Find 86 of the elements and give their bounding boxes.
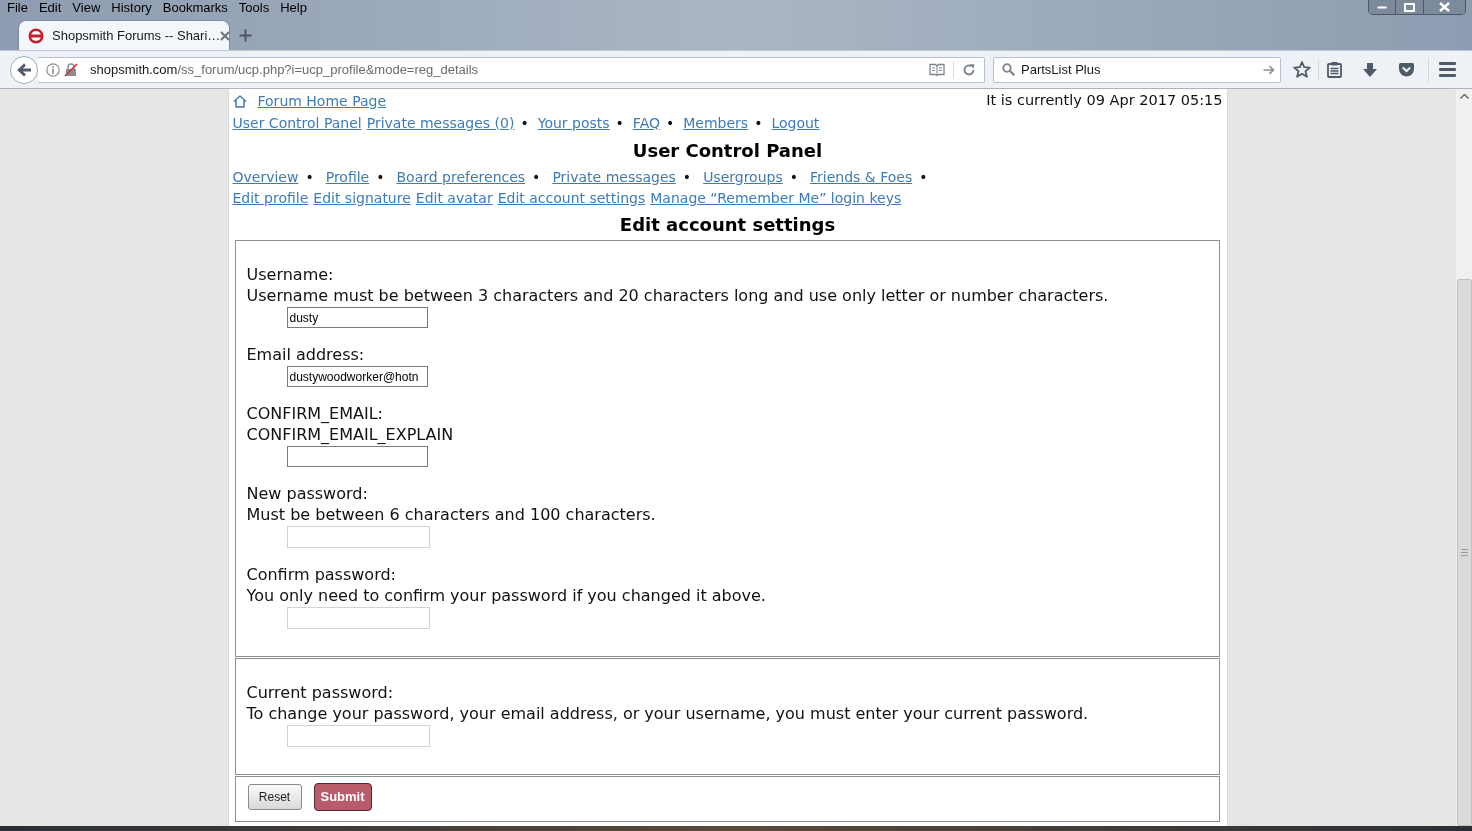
bullet-separator: • — [305, 167, 314, 187]
page-heading: User Control Panel — [631, 138, 824, 163]
search-field[interactable]: PartsList Plus — [993, 56, 1281, 83]
clipboard-icon[interactable] — [1326, 61, 1342, 78]
nav-link[interactable]: Private messages (0) — [366, 112, 515, 134]
pocket-icon[interactable] — [1397, 61, 1415, 78]
field-label: Current password: — [246, 682, 395, 703]
nav-link[interactable]: Logout — [771, 112, 820, 134]
section-heading: Edit account settings — [618, 212, 837, 237]
bullet-separator: • — [520, 113, 529, 133]
home-link[interactable]: Forum Home Page — [257, 90, 387, 112]
nav-link[interactable]: Overview — [232, 166, 299, 188]
bullet-separator: • — [666, 113, 675, 133]
menu-icon[interactable] — [1438, 62, 1456, 77]
bullet-separator: • — [919, 167, 928, 187]
field-hint: To change your password, your email address, or your username, you must enter your current password. — [246, 703, 1090, 724]
text-input[interactable]: dustywoodworker@hotn — [286, 366, 428, 387]
scrollbar-thumb[interactable] — [1456, 279, 1472, 826]
search-icon — [1002, 63, 1015, 76]
minimize-icon — [1377, 5, 1387, 9]
back-arrow-icon — [16, 62, 32, 77]
menu-item[interactable]: Help — [280, 0, 307, 15]
bullet-separator: • — [789, 167, 798, 187]
password-input[interactable] — [286, 607, 430, 629]
back-button[interactable] — [10, 55, 38, 84]
menu-item[interactable]: Edit — [38, 0, 62, 15]
arrow-icon[interactable] — [1263, 64, 1275, 75]
nav-link[interactable]: Private messages — [552, 166, 676, 188]
maximize-button[interactable] — [1396, 0, 1424, 14]
nav-link[interactable]: Edit avatar — [415, 188, 493, 209]
reload-icon[interactable] — [962, 62, 976, 77]
menu-item[interactable]: Tools — [238, 0, 270, 15]
field-hint: Username must be between 3 characters and 20 characters long and use only letter or number characters. — [246, 285, 1110, 306]
field-hint: Must be between 6 characters and 100 characters. — [246, 504, 657, 525]
menu-item[interactable]: Bookmarks — [162, 0, 228, 15]
bullet-separator: • — [615, 113, 624, 133]
close-icon — [1439, 2, 1450, 12]
info-icon[interactable] — [46, 62, 60, 77]
close-icon[interactable] — [220, 30, 231, 41]
star-icon[interactable] — [1293, 61, 1311, 78]
field-label: Username: — [246, 264, 335, 285]
current-time-text: It is currently 09 Apr 2017 05:15 — [986, 91, 1223, 111]
maximize-icon — [1404, 2, 1415, 12]
home-icon[interactable] — [232, 94, 247, 108]
nav-link[interactable]: Edit signature — [313, 188, 411, 209]
menu-item[interactable]: File — [7, 0, 28, 15]
field-label: New password: — [246, 483, 369, 504]
minimize-button[interactable] — [1369, 0, 1396, 14]
field-hint: You only need to confirm your password if you changed it above. — [246, 585, 767, 606]
nav-link[interactable]: Friends & Foes — [810, 166, 913, 188]
close-window-button[interactable] — [1424, 0, 1465, 14]
menu-item[interactable]: View — [72, 0, 101, 15]
crossed-lock-icon[interactable] — [64, 62, 78, 77]
field-hint: CONFIRM_EMAIL_EXPLAIN — [246, 424, 455, 445]
url-text[interactable]: shopsmith.com/ss_forum/ucp.php?i=ucp_profile&mode=reg_details — [90, 59, 479, 80]
nav-link[interactable]: Profile — [325, 166, 370, 188]
nav-link[interactable]: Edit profile — [232, 188, 309, 209]
field-label: CONFIRM_EMAIL: — [246, 403, 384, 424]
nav-link[interactable]: Board preferences — [396, 166, 526, 188]
field-label: Confirm password: — [246, 564, 397, 585]
bullet-separator: • — [682, 167, 692, 187]
plus-icon[interactable] — [239, 28, 252, 42]
menu-item[interactable]: History — [111, 0, 152, 15]
bullet-separator: • — [754, 113, 763, 133]
favicon-icon — [28, 27, 44, 44]
address-bar[interactable]: shopsmith.com/ss_forum/ucp.php?i=ucp_profile&mode=reg_details — [38, 56, 985, 83]
field-label: Email address: — [246, 344, 366, 365]
nav-link[interactable]: Usergroups — [703, 166, 783, 188]
reset-button[interactable]: Reset — [247, 784, 302, 810]
nav-link[interactable]: User Control Panel — [232, 112, 362, 134]
download-icon[interactable] — [1362, 61, 1378, 78]
nav-link[interactable]: Edit account settings — [497, 188, 646, 209]
reader-view-icon[interactable] — [929, 63, 945, 76]
browser-tab[interactable]: Shopsmith Forums -- Shari… — [18, 20, 230, 50]
nav-link[interactable]: Your posts — [537, 112, 610, 134]
password-input[interactable] — [286, 526, 430, 548]
nav-link[interactable]: FAQ — [632, 112, 660, 134]
nav-link[interactable]: Members — [683, 112, 749, 134]
scroll-up-icon[interactable] — [1459, 94, 1469, 99]
password-input[interactable] — [286, 725, 430, 747]
text-input[interactable] — [286, 446, 428, 467]
bullet-separator: • — [376, 167, 385, 187]
submit-button[interactable]: Submit — [313, 783, 372, 811]
bullet-separator: • — [532, 167, 541, 187]
text-input[interactable]: dusty — [286, 307, 428, 328]
nav-link[interactable]: Manage “Remember Me” login keys — [650, 188, 902, 209]
